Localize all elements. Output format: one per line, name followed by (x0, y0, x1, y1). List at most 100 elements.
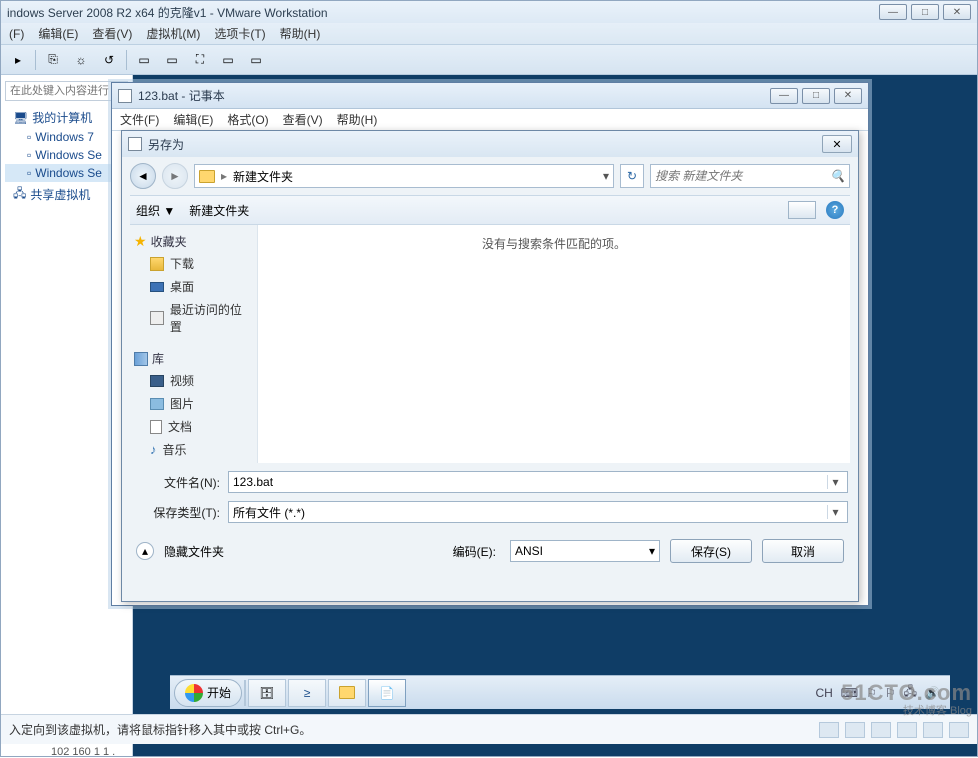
status-device-icon[interactable] (845, 722, 865, 738)
filename-field[interactable]: ▾ (228, 471, 848, 493)
filename-input[interactable] (233, 475, 827, 489)
help-icon[interactable]: ? (826, 201, 844, 219)
tree-downloads[interactable]: 下载 (134, 252, 253, 275)
power-icon[interactable]: ▸ (7, 49, 29, 71)
vmware-menubar: (F) 编辑(E) 查看(V) 虚拟机(M) 选项卡(T) 帮助(H) (1, 23, 977, 45)
cancel-button[interactable]: 取消 (762, 539, 844, 563)
breadcrumb[interactable]: ▸ 新建文件夹 ▾ (194, 164, 614, 188)
notepad-titlebar[interactable]: 123.bat - 记事本 — □ ✕ (112, 83, 868, 109)
tree-desktop[interactable]: 桌面 (134, 275, 253, 298)
taskbar-server-manager[interactable]: 🗄 (248, 679, 286, 707)
tree-my-computer[interactable]: 🖥 我的计算机 (5, 107, 128, 128)
status-device-icon[interactable] (949, 722, 969, 738)
tree-vm-item[interactable]: ▫ Windows Se (5, 164, 128, 182)
menu-file[interactable]: 文件(F) (120, 111, 159, 128)
status-device-icon[interactable] (897, 722, 917, 738)
close-button[interactable]: ✕ (834, 88, 862, 104)
fullscreen-icon[interactable]: ⛶ (189, 49, 211, 71)
file-list[interactable]: 没有与搜索条件匹配的项。 (258, 225, 850, 463)
maximize-button[interactable]: □ (911, 4, 939, 20)
tree-favorites[interactable]: ★收藏夹 (134, 231, 253, 252)
tray-flag-icon[interactable]: ⚐ (866, 686, 877, 700)
encoding-combo[interactable]: ANSI ▾ (510, 540, 660, 562)
saveas-titlebar[interactable]: 另存为 ✕ (122, 131, 858, 157)
settings-icon[interactable]: ☼ (70, 49, 92, 71)
menu-help[interactable]: 帮助(H) (337, 111, 378, 128)
tree-vm-item[interactable]: ▫ Windows Se (5, 146, 128, 164)
sidebar-search-input[interactable] (5, 81, 128, 101)
windows-orb-icon (185, 684, 203, 702)
view3-icon[interactable]: ▭ (245, 49, 267, 71)
notepad-menubar: 文件(F) 编辑(E) 格式(O) 查看(V) 帮助(H) (112, 109, 868, 131)
minimize-button[interactable]: — (879, 4, 907, 20)
minimize-button[interactable]: — (770, 88, 798, 104)
menu-edit[interactable]: 编辑(E) (173, 111, 213, 128)
refresh-button[interactable]: ↻ (620, 164, 644, 188)
filename-label: 文件名(N): (132, 474, 220, 491)
chevron-down-icon[interactable]: ▾ (827, 475, 843, 489)
unity-icon[interactable]: ▭ (217, 49, 239, 71)
tray-network-icon[interactable]: 🖧 (904, 682, 917, 703)
system-tray: CH ⌨ ⚐ ⚐ 🖧 🔊 (809, 682, 946, 703)
close-button[interactable]: ✕ (822, 135, 852, 153)
tree-music[interactable]: ♪音乐 (134, 438, 253, 461)
hide-folders-link[interactable]: 隐藏文件夹 (164, 543, 224, 560)
menu-view[interactable]: 查看(V) (92, 25, 132, 42)
picture-icon (150, 398, 164, 410)
recent-icon (150, 311, 164, 325)
back-button[interactable]: ◄ (130, 163, 156, 189)
menu-tabs[interactable]: 选项卡(T) (214, 25, 265, 42)
tray-lang[interactable]: CH (815, 686, 832, 700)
status-device-icon[interactable] (923, 722, 943, 738)
vmware-title-text: indows Server 2008 R2 x64 的克隆v1 - VMware… (7, 4, 879, 21)
view2-icon[interactable]: ▭ (161, 49, 183, 71)
status-device-icon[interactable] (819, 722, 839, 738)
menu-help[interactable]: 帮助(H) (280, 25, 321, 42)
tray-keyboard-icon[interactable]: ⌨ (841, 686, 858, 700)
status-text: 入定向到该虚拟机，请将鼠标指针移入其中或按 Ctrl+G。 (9, 721, 311, 738)
tree-videos[interactable]: 视频 (134, 369, 253, 392)
menu-vm[interactable]: 虚拟机(M) (146, 25, 200, 42)
view-mode-button[interactable] (788, 201, 816, 219)
taskbar-powershell[interactable]: ≥ (288, 679, 326, 707)
menu-view[interactable]: 查看(V) (283, 111, 323, 128)
filetype-field[interactable]: 所有文件 (*.*) ▾ (228, 501, 848, 523)
snapshot-icon[interactable]: ⎘ (42, 49, 64, 71)
tray-sound-icon[interactable]: 🔊 (925, 686, 940, 700)
search-icon[interactable]: 🔍 (830, 169, 845, 183)
collapse-button[interactable]: ▴ (136, 542, 154, 560)
organize-button[interactable]: 组织 ▼ (136, 202, 175, 219)
view1-icon[interactable]: ▭ (133, 49, 155, 71)
taskbar-explorer[interactable] (328, 679, 366, 707)
filetype-value: 所有文件 (*.*) (233, 504, 827, 521)
start-button[interactable]: 开始 (174, 679, 242, 707)
save-button[interactable]: 保存(S) (670, 539, 752, 563)
download-icon (150, 257, 164, 271)
saveas-title-text: 另存为 (148, 136, 822, 153)
menu-format[interactable]: 格式(O) (227, 111, 268, 128)
maximize-button[interactable]: □ (802, 88, 830, 104)
newfolder-button[interactable]: 新建文件夹 (189, 202, 249, 219)
search-box[interactable]: 🔍 (650, 164, 850, 188)
menu-file[interactable]: (F) (9, 27, 24, 41)
tree-vm-item[interactable]: ▫ Windows 7 (5, 128, 128, 146)
close-button[interactable]: ✕ (943, 4, 971, 20)
breadcrumb-segment[interactable]: 新建文件夹 (233, 168, 293, 185)
tree-shared-vms[interactable]: 🖧 共享虚拟机 (5, 182, 128, 207)
chevron-down-icon[interactable]: ▾ (827, 505, 843, 519)
library-icon (134, 352, 148, 366)
search-input[interactable] (655, 169, 830, 183)
saveas-navbar: ◄ ► ▸ 新建文件夹 ▾ ↻ 🔍 (130, 161, 850, 191)
menu-edit[interactable]: 编辑(E) (38, 25, 78, 42)
tree-documents[interactable]: 文档 (134, 415, 253, 438)
taskbar-notepad[interactable]: 📄 (368, 679, 406, 707)
chevron-down-icon[interactable]: ▾ (649, 544, 655, 558)
revert-icon[interactable]: ↺ (98, 49, 120, 71)
tree-pictures[interactable]: 图片 (134, 392, 253, 415)
forward-button[interactable]: ► (162, 163, 188, 189)
tree-libraries[interactable]: 库 (134, 348, 253, 369)
document-icon (150, 420, 162, 434)
status-device-icon[interactable] (871, 722, 891, 738)
tree-recent[interactable]: 最近访问的位置 (134, 298, 253, 338)
tray-action-center-icon[interactable]: ⚐ (885, 686, 896, 700)
